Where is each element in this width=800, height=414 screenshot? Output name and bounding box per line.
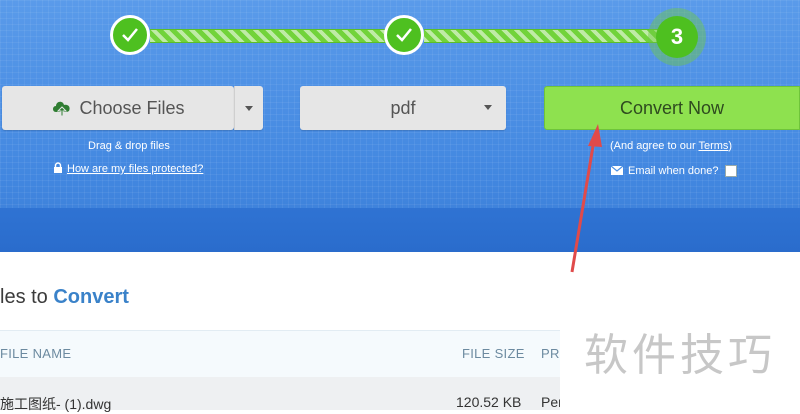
files-title-accent: Convert xyxy=(53,286,129,308)
email-when-done-label: Email when done? xyxy=(628,165,719,177)
terms-agreement-suffix: ) xyxy=(728,140,733,152)
convert-now-button[interactable]: Convert Now xyxy=(544,86,800,130)
drag-drop-text: Drag & drop files xyxy=(88,140,170,152)
check-icon xyxy=(122,28,138,42)
email-when-done-row[interactable]: Email when done? xyxy=(610,165,737,178)
format-select[interactable]: pdf xyxy=(300,86,506,130)
column-header-file-size[interactable]: FILE SIZE xyxy=(462,346,525,361)
convert-now-label: Convert Now xyxy=(619,97,725,118)
step-3-circle: 3 xyxy=(656,16,698,58)
terms-agreement-text: (And agree to our Terms) xyxy=(610,140,732,152)
files-protected-link[interactable]: How are my files protected? xyxy=(67,163,203,175)
files-to-convert-title: les to Convert xyxy=(0,286,129,309)
format-selected-value: pdf xyxy=(390,97,416,118)
step-2-circle xyxy=(384,15,424,55)
file-name-cell: 施工图纸- (1).dwg xyxy=(0,396,112,412)
check-icon xyxy=(396,28,412,42)
files-protected-link-row[interactable]: How are my files protected? xyxy=(53,162,203,175)
chevron-down-icon xyxy=(484,105,492,110)
step-progress-bar-1 xyxy=(150,29,386,43)
step-progress-bar-2 xyxy=(424,29,658,43)
chevron-down-icon xyxy=(245,105,253,111)
files-title-prefix: les to xyxy=(0,286,54,308)
column-header-file-name[interactable]: FILE NAME xyxy=(0,346,71,361)
watermark: 软件技巧 xyxy=(560,292,800,410)
terms-link[interactable]: Terms xyxy=(698,140,728,152)
choose-files-label: Choose Files xyxy=(79,97,185,118)
file-size-cell: 120.52 KB xyxy=(456,394,522,410)
email-when-done-checkbox[interactable] xyxy=(724,165,737,178)
envelope-icon xyxy=(610,165,624,175)
terms-agreement-prefix: (And agree to our xyxy=(610,140,699,152)
hero-bottom-band xyxy=(0,208,800,252)
choose-files-button[interactable]: Choose Files xyxy=(2,86,234,130)
lock-icon xyxy=(54,162,62,173)
cloud-upload-icon xyxy=(53,101,71,117)
step-1-circle xyxy=(110,15,150,55)
step-3-number: 3 xyxy=(670,24,684,49)
choose-files-dropdown-button[interactable] xyxy=(234,86,263,130)
